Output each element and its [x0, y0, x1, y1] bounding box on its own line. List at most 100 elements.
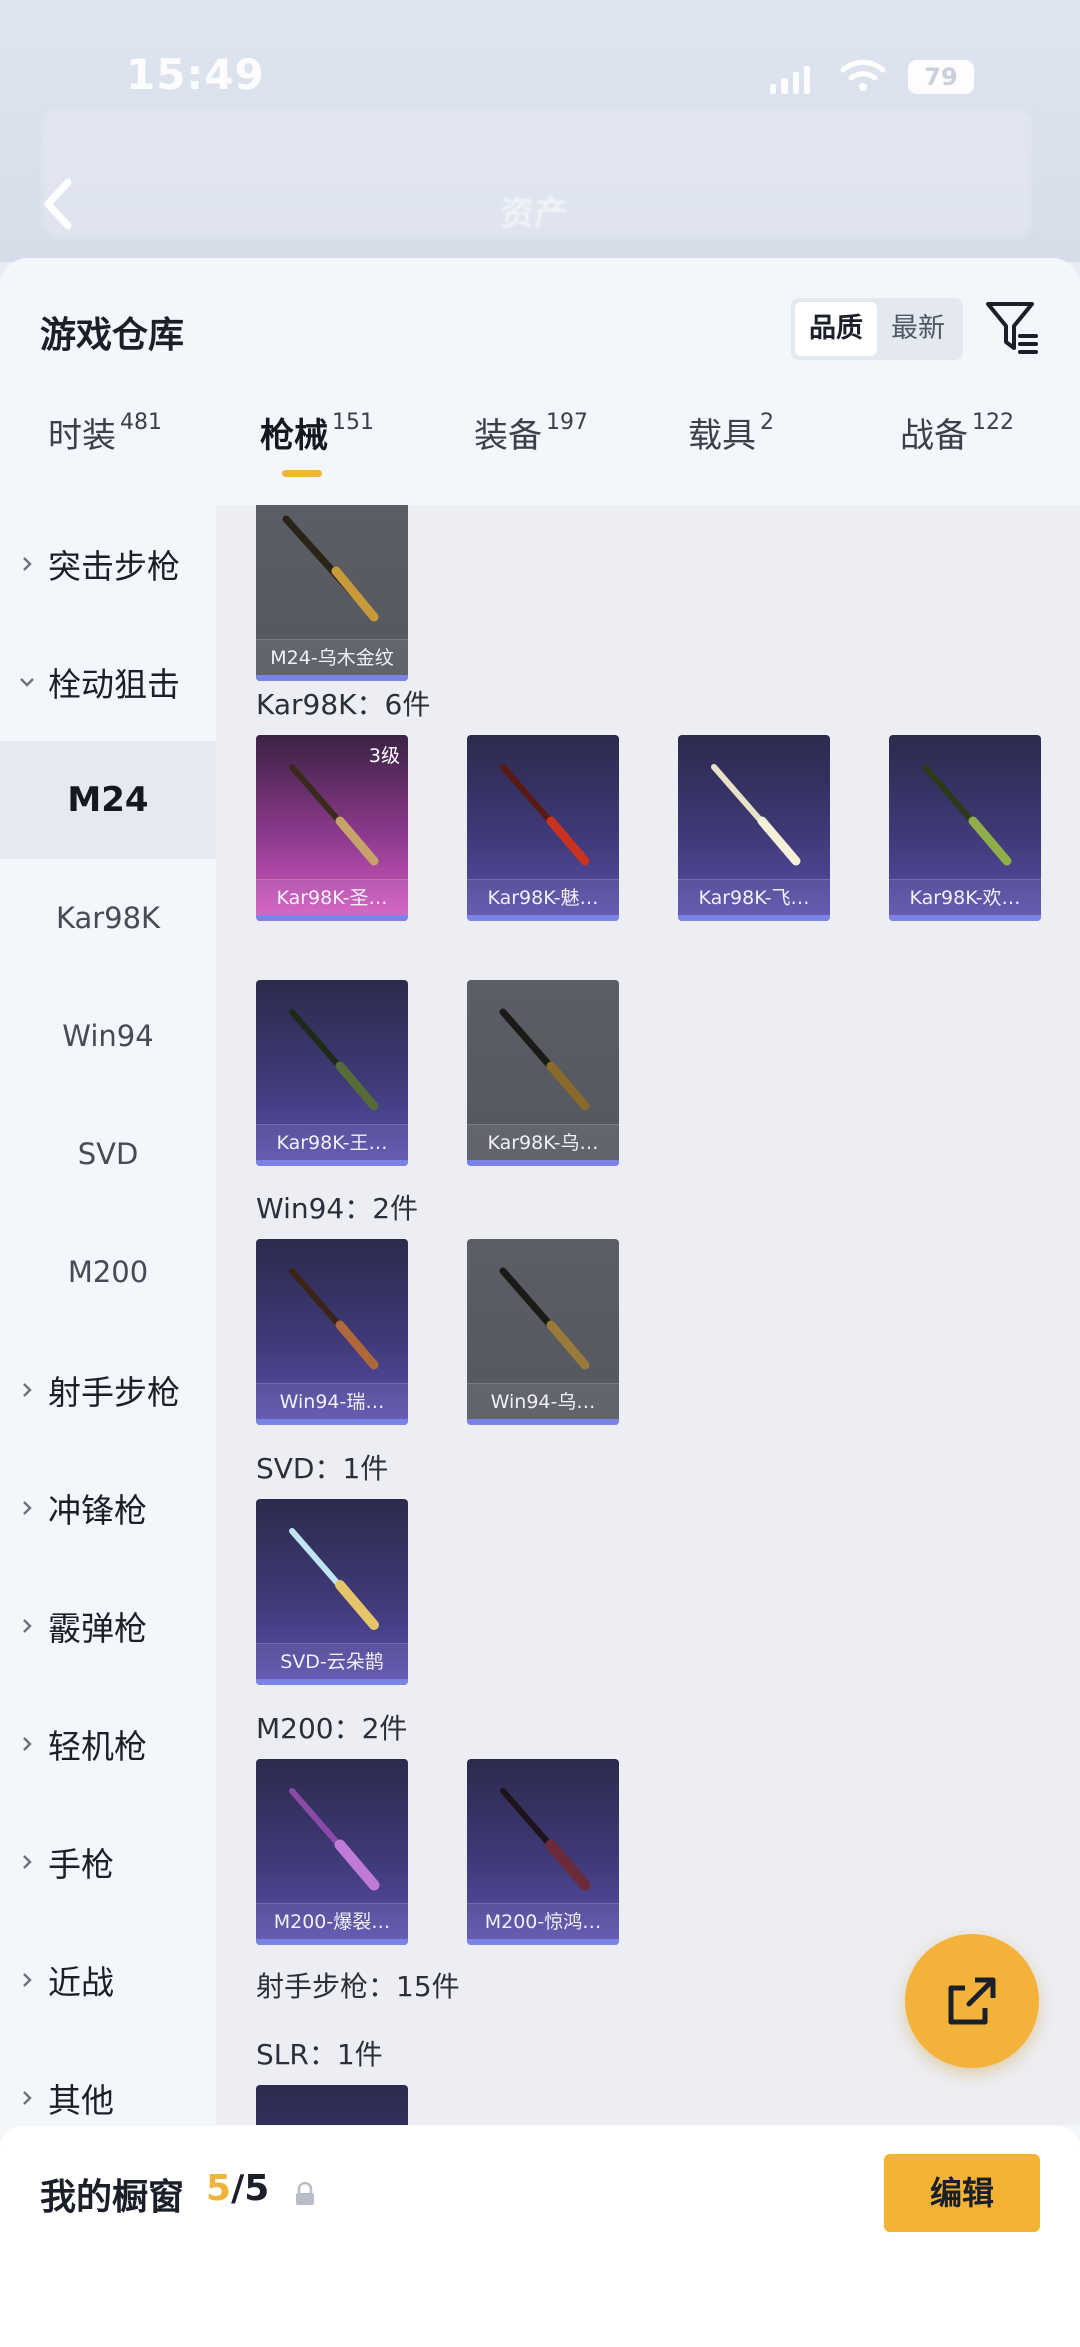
- sidebar-item-label: 霰弹枪: [48, 1609, 147, 1648]
- blurred-page-title: 资产: [500, 194, 568, 234]
- sort-newest-option[interactable]: 最新: [877, 302, 959, 356]
- group-title-win94: Win94：2件: [256, 1192, 419, 1225]
- showcase-count: 5/5: [206, 2168, 269, 2209]
- sidebar-item-label: 栓动狙击: [48, 665, 180, 704]
- weapon-card[interactable]: SVD-云朵鹊: [256, 1499, 408, 1685]
- rifle-icon: [289, 1268, 379, 1370]
- weapon-card[interactable]: Kar98K-王…: [256, 980, 408, 1166]
- sidebar-item-shotgun[interactable]: 霰弹枪: [0, 1567, 216, 1685]
- rifle-icon: [499, 1267, 590, 1370]
- tab-supplies[interactable]: 战备 122: [900, 408, 1014, 457]
- rifle-icon: [500, 1788, 591, 1891]
- sidebar-item-marksman-rifle[interactable]: 射手步枪: [0, 1331, 216, 1449]
- rarity-bar: [467, 1419, 619, 1425]
- weapon-card[interactable]: Win94-乌…: [467, 1239, 619, 1425]
- showcase-bottom-bar: 我的橱窗 5/5 编辑: [0, 2126, 1080, 2347]
- back-icon[interactable]: [38, 176, 78, 232]
- rifle-icon: [711, 764, 801, 866]
- tab-label: 战备: [900, 416, 968, 456]
- sidebar-subitem-kar98k[interactable]: Kar98K: [0, 859, 216, 977]
- tab-count: 122: [972, 410, 1014, 435]
- sidebar-item-melee[interactable]: 近战: [0, 1921, 216, 2039]
- tab-count: 197: [546, 410, 588, 435]
- wifi-icon: [840, 59, 886, 91]
- sidebar-subitem-win94[interactable]: Win94: [0, 977, 216, 1095]
- group-title-slr: SLR：1件: [256, 2038, 383, 2071]
- tab-label: 时装: [48, 416, 116, 456]
- share-icon: [948, 1977, 996, 2025]
- rarity-bar: [256, 1160, 408, 1166]
- group-title-marksman: 射手步枪：15件: [256, 1970, 460, 2003]
- weapon-card-name: Win94-乌…: [467, 1383, 619, 1419]
- weapon-card[interactable]: M200-爆裂…: [256, 1759, 408, 1945]
- weapon-card-name: M24-乌木金纹: [256, 639, 408, 675]
- tab-label: 枪械: [260, 416, 328, 456]
- rarity-bar: [256, 1679, 408, 1685]
- weapon-card-name: M200-爆裂…: [256, 1903, 408, 1939]
- sort-toggle: 品质 最新: [791, 298, 963, 360]
- weapon-card[interactable]: Kar98K-乌…: [467, 980, 619, 1166]
- chevron-right-icon: [23, 1619, 32, 1633]
- weapon-content-list: M24-乌木金纹 Kar98K：6件 3级 Kar98K-圣… Kar98K-魅…: [216, 505, 1080, 2125]
- weapon-card-name: Kar98K-飞…: [678, 879, 830, 915]
- weapon-card-name: Kar98K-欢…: [889, 879, 1041, 915]
- showcase-count-total: /5: [231, 2168, 270, 2209]
- lock-icon: [296, 2182, 314, 2205]
- tab-count: 151: [332, 410, 374, 435]
- sidebar-item-smg[interactable]: 冲锋枪: [0, 1449, 216, 1567]
- weapon-category-sidebar: 突击步枪 栓动狙击 M24 Kar98K Win94 SVD M200 射手步枪…: [0, 505, 216, 2120]
- sidebar-subitem-svd[interactable]: SVD: [0, 1095, 216, 1213]
- edit-button[interactable]: 编辑: [884, 2154, 1040, 2232]
- weapon-card[interactable]: Kar98K-飞…: [678, 735, 830, 921]
- sheet-header: 游戏仓库 品质 最新: [0, 258, 1080, 360]
- weapon-card-name: Kar98K-王…: [256, 1124, 408, 1160]
- sheet-title: 游戏仓库: [40, 315, 185, 356]
- tab-fashion[interactable]: 时装 481: [48, 408, 162, 457]
- sidebar-item-label: 近战: [48, 1963, 114, 2002]
- category-tabs: 时装 481 枪械 151 装备 197 载具 2 战备 122: [0, 408, 1080, 500]
- rarity-bar: [256, 1939, 408, 1945]
- battery-indicator: 79: [908, 60, 974, 94]
- weapon-card[interactable]: 3级 Kar98K-圣…: [256, 735, 408, 921]
- tab-guns[interactable]: 枪械 151: [260, 408, 374, 477]
- sidebar-subitem-m24[interactable]: M24: [0, 741, 216, 859]
- sidebar-item-assault-rifle[interactable]: 突击步枪: [0, 505, 216, 623]
- weapon-card-name: Kar98K-圣…: [256, 879, 408, 915]
- rarity-bar: [467, 1939, 619, 1945]
- weapon-card[interactable]: Kar98K-欢…: [889, 735, 1041, 921]
- rifle-icon: [499, 1008, 590, 1111]
- chevron-right-icon: [23, 2091, 32, 2105]
- rarity-bar: [678, 915, 830, 921]
- rarity-bar: [256, 1419, 408, 1425]
- chevron-right-icon: [23, 1383, 32, 1397]
- weapon-card[interactable]: Win94-瑞…: [256, 1239, 408, 1425]
- rifle-icon: [922, 764, 1012, 866]
- rarity-bar: [467, 1160, 619, 1166]
- sidebar-item-label: 突击步枪: [48, 547, 180, 586]
- weapon-card[interactable]: Kar98K-魅…: [467, 735, 619, 921]
- share-button[interactable]: [905, 1934, 1039, 2068]
- tab-vehicles[interactable]: 载具 2: [688, 408, 774, 457]
- rarity-bar: [889, 915, 1041, 921]
- chevron-right-icon: [23, 1737, 32, 1751]
- sidebar-subitem-m200[interactable]: M200: [0, 1213, 216, 1331]
- sidebar-item-lmg[interactable]: 轻机枪: [0, 1685, 216, 1803]
- sidebar-item-bolt-sniper[interactable]: 栓动狙击: [0, 623, 216, 741]
- sidebar-item-pistol[interactable]: 手枪: [0, 1803, 216, 1921]
- rarity-bar: [256, 675, 408, 681]
- weapon-card-name: SVD-云朵鹊: [256, 1643, 408, 1679]
- chevron-down-icon: [20, 678, 34, 687]
- weapon-card[interactable]: M24-乌木金纹: [256, 505, 408, 681]
- filter-icon[interactable]: [984, 298, 1040, 356]
- weapon-card[interactable]: M200-惊鸿…: [467, 1759, 619, 1945]
- showcase-label: 我的橱窗: [40, 2177, 185, 2218]
- sidebar-item-label: 其他: [48, 2081, 114, 2120]
- rifle-icon: [289, 1009, 379, 1111]
- sort-quality-option[interactable]: 品质: [795, 302, 877, 356]
- sidebar-item-label: 冲锋枪: [48, 1491, 147, 1530]
- rifle-icon: [289, 764, 379, 866]
- sidebar-item-label: 手枪: [48, 1845, 114, 1884]
- weapon-card-name: Win94-瑞…: [256, 1383, 408, 1419]
- weapon-card[interactable]: [256, 2085, 408, 2125]
- tab-equipment[interactable]: 装备 197: [474, 408, 588, 457]
